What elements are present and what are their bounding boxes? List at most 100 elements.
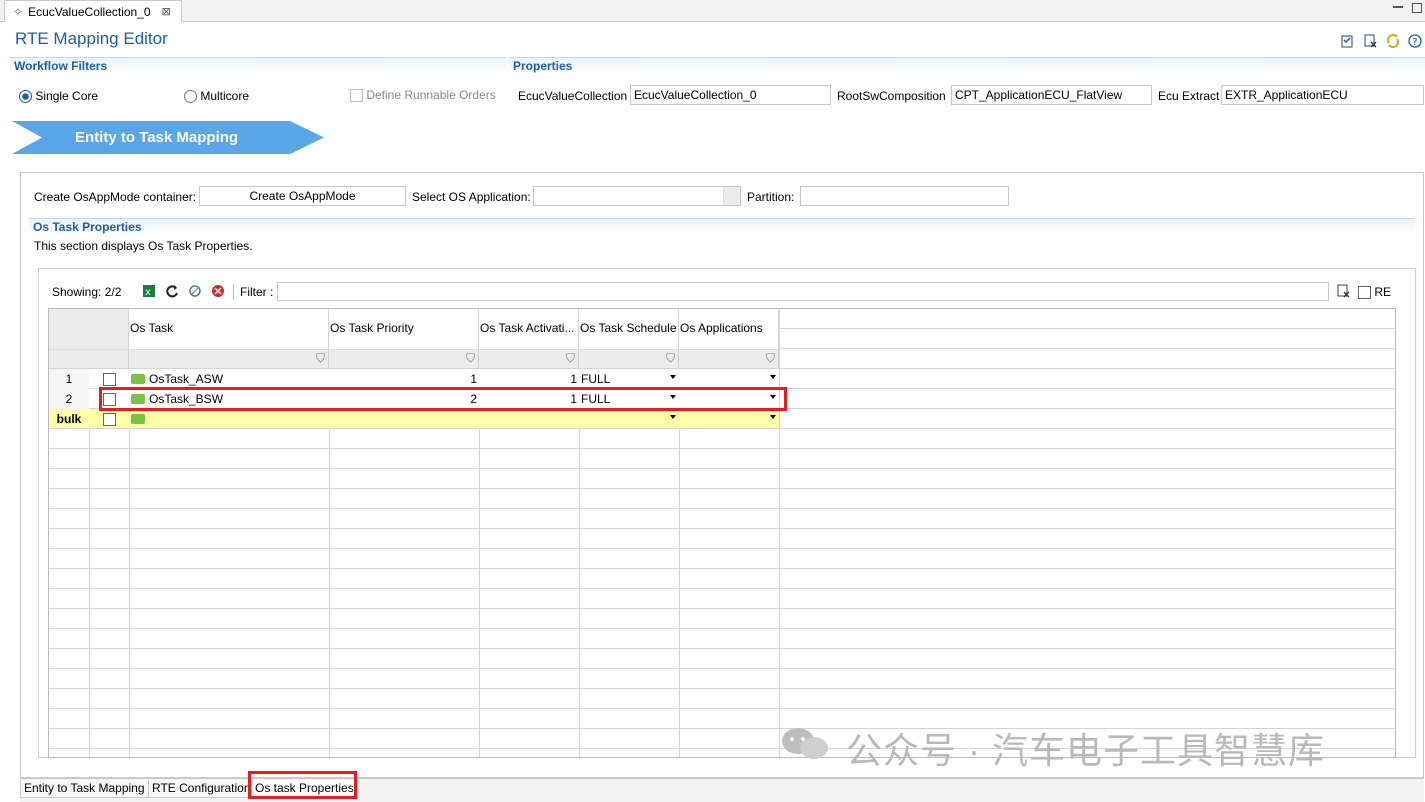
root-sw-composition-field[interactable]: CPT_ApplicationECU_FlatView: [951, 85, 1152, 105]
select-os-application-label: Select OS Application:: [412, 190, 531, 204]
single-core-radio[interactable]: [19, 90, 32, 104]
define-runnable-orders-option[interactable]: Define Runnable Orders: [350, 88, 496, 103]
maximize-icon[interactable]: [1412, 3, 1422, 13]
page-title: RTE Mapping Editor: [15, 29, 168, 48]
bulk-row[interactable]: bulk: [49, 409, 779, 429]
funnel-icon[interactable]: ⛉: [316, 351, 325, 366]
bulk-schedule-dropdown[interactable]: [579, 409, 679, 429]
bulk-activation-cell[interactable]: [479, 409, 579, 429]
folder-icon: [131, 413, 145, 424]
table-row[interactable]: 1 OsTask_ASW 1 1 FULL: [49, 369, 779, 389]
filter-cell[interactable]: ⛉: [479, 349, 579, 368]
bulk-applications-dropdown[interactable]: [679, 409, 779, 429]
help-icon[interactable]: ?: [1408, 34, 1422, 48]
regex-label: RE: [1374, 285, 1392, 299]
excel-export-icon[interactable]: x: [142, 284, 156, 301]
editor-tab-icon: ✧: [13, 4, 24, 19]
minimize-icon[interactable]: [1393, 6, 1403, 8]
ecu-extract-label: Ecu Extract: [1158, 89, 1220, 103]
filter-cell[interactable]: ⛉: [679, 349, 779, 368]
tab-entity-to-task-mapping[interactable]: Entity to Task Mapping: [20, 780, 149, 798]
toolbar-divider: [233, 284, 234, 300]
dropdown-arrow-icon[interactable]: [770, 375, 776, 379]
export-icon[interactable]: [1337, 284, 1351, 301]
column-header-priority[interactable]: Os Task Priority: [329, 309, 479, 349]
dropdown-button[interactable]: [723, 187, 740, 205]
highlight-box: [248, 771, 357, 799]
funnel-icon[interactable]: ⛉: [466, 351, 475, 366]
column-header-label: Os Applications: [680, 321, 763, 335]
export-icon[interactable]: [1364, 34, 1378, 48]
multicore-label: Multicore: [200, 89, 250, 103]
task-cell[interactable]: OsTask_ASW: [129, 369, 329, 389]
corner-header: [49, 309, 129, 349]
filter-label: Filter :: [240, 285, 274, 299]
schedule-dropdown[interactable]: FULL: [579, 369, 679, 389]
single-core-option[interactable]: Single Core: [19, 89, 99, 104]
svg-text:?: ?: [1412, 37, 1417, 48]
regex-option[interactable]: RE: [1358, 285, 1392, 300]
row-number: 1: [49, 369, 89, 389]
filter-cell[interactable]: ⛉: [329, 349, 479, 368]
regex-checkbox[interactable]: [1358, 286, 1371, 300]
column-header-label: Os Task Priority: [330, 321, 414, 335]
column-header-label: Os Task Schedule: [580, 321, 677, 335]
dropdown-arrow-icon[interactable]: [670, 375, 676, 379]
funnel-icon[interactable]: ⛉: [666, 351, 675, 366]
row-number: 2: [49, 389, 89, 409]
os-task-properties-header: Os Task Properties: [29, 218, 1415, 235]
funnel-icon[interactable]: ⛉: [766, 351, 775, 366]
filter-row-corner: [49, 349, 129, 368]
select-os-application-dropdown[interactable]: [533, 186, 741, 206]
workflow-step-label: Entity to Task Mapping: [75, 129, 239, 146]
row-checkbox[interactable]: [102, 373, 116, 387]
column-header-activation[interactable]: Os Task Activati...: [479, 309, 579, 349]
refresh-icon[interactable]: [165, 284, 179, 301]
ecu-extract-field[interactable]: EXTR_ApplicationECU: [1221, 85, 1424, 105]
watermark-text: 公众号 · 汽车电子工具智慧库: [846, 730, 1325, 771]
os-task-table: Os Task Os Task Priority Os Task Activat…: [48, 308, 1396, 758]
column-header-os-task[interactable]: Os Task: [129, 309, 329, 349]
filter-cell[interactable]: ⛉: [579, 349, 679, 368]
svg-text:x: x: [145, 287, 151, 298]
bulk-checkbox[interactable]: [102, 413, 116, 427]
funnel-icon[interactable]: ⛉: [566, 351, 575, 366]
column-header-schedule[interactable]: Os Task Schedule: [579, 309, 679, 349]
close-icon[interactable]: ⊠: [162, 5, 171, 18]
bulk-task-cell[interactable]: [129, 409, 329, 429]
define-runnable-orders-checkbox[interactable]: [350, 89, 363, 103]
activation-cell[interactable]: 1: [479, 369, 579, 389]
create-osappmode-button[interactable]: Create OsAppMode: [199, 186, 406, 206]
showing-count: Showing: 2/2: [52, 285, 122, 299]
osappmode-label: Create OsAppMode container:: [34, 190, 197, 204]
sync-icon[interactable]: [1386, 34, 1400, 48]
ecuc-value-collection-field[interactable]: EcucValueCollection_0: [630, 85, 831, 105]
define-runnable-orders-label: Define Runnable Orders: [366, 88, 496, 102]
checklist-icon[interactable]: [1340, 34, 1354, 48]
workflow-filters-header: Workflow Filters: [10, 57, 506, 74]
multicore-option[interactable]: Multicore: [184, 89, 250, 104]
partition-field[interactable]: [800, 186, 1009, 206]
editor-tab[interactable]: ✧ EcucValueCollection_0 ⊠: [4, 0, 182, 22]
single-core-label: Single Core: [35, 89, 99, 103]
priority-cell[interactable]: 1: [329, 369, 479, 389]
tab-rte-configuration[interactable]: RTE Configuration: [148, 780, 255, 798]
editor-tab-title: EcucValueCollection_0: [28, 4, 151, 19]
multicore-radio[interactable]: [184, 90, 197, 104]
clear-filter-icon[interactable]: [211, 284, 225, 301]
filter-settings-icon[interactable]: [188, 284, 202, 301]
root-sw-composition-label: RootSwComposition: [837, 89, 946, 103]
filter-input[interactable]: [277, 282, 1329, 301]
filter-cell[interactable]: ⛉: [129, 349, 329, 368]
bulk-priority-cell[interactable]: [329, 409, 479, 429]
ecuc-value-collection-label: EcucValueCollection: [518, 89, 628, 103]
schedule-value: FULL: [581, 372, 611, 386]
task-name: OsTask_ASW: [149, 372, 224, 386]
properties-header: Properties: [509, 57, 1425, 74]
applications-dropdown[interactable]: [679, 369, 779, 389]
column-header-applications[interactable]: Os Applications: [679, 309, 779, 349]
dropdown-arrow-icon[interactable]: [670, 415, 676, 419]
highlight-box: [99, 387, 787, 411]
dropdown-arrow-icon[interactable]: [770, 415, 776, 419]
column-header-label: Os Task: [130, 321, 174, 335]
